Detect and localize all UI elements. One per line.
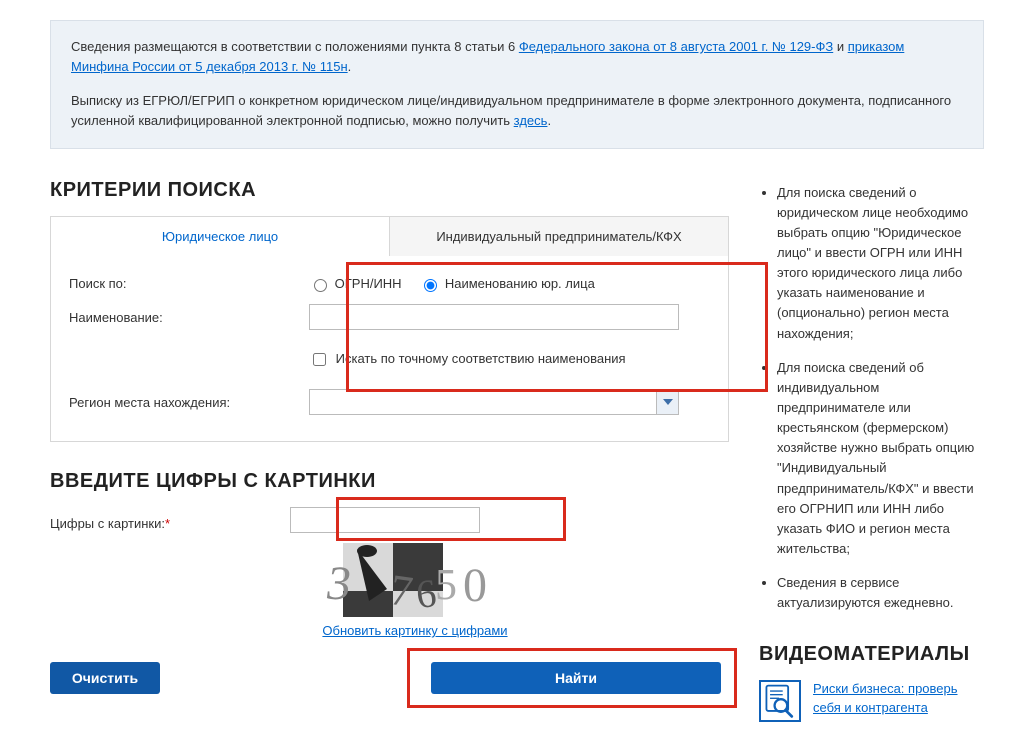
svg-text:3: 3	[326, 557, 351, 610]
notice-dot-2: .	[547, 113, 551, 128]
name-input[interactable]	[309, 304, 679, 330]
magnifier-icon	[759, 680, 801, 722]
notice-text-2: Выписку из ЕГРЮЛ/ЕГРИП о конкретном юрид…	[71, 93, 951, 128]
help-item: Для поиска сведений о юридическом лице н…	[777, 183, 984, 344]
region-value	[310, 390, 656, 414]
notice-text: Сведения размещаются в соответствии с по…	[71, 39, 519, 54]
refresh-captcha-link[interactable]: Обновить картинку с цифрами	[322, 623, 507, 638]
video-risk-link[interactable]: Риски бизнеса: проверь себя и контрагент…	[813, 680, 984, 716]
law-link-1[interactable]: Федерального закона от 8 августа 2001 г.…	[519, 39, 833, 54]
find-button[interactable]: Найти	[431, 662, 721, 694]
tab-individual[interactable]: Индивидуальный предприниматель/КФХ	[390, 217, 728, 256]
help-list: Для поиска сведений о юридическом лице н…	[759, 183, 984, 614]
radio-name[interactable]	[424, 279, 437, 292]
radio-ogrn[interactable]	[314, 279, 327, 292]
here-link[interactable]: здесь	[514, 113, 548, 128]
exact-match-label[interactable]: Искать по точному соответствию наименова…	[309, 351, 626, 366]
search-form: Поиск по: ОГРН/ИНН Наименованию юр. лица	[50, 256, 729, 443]
svg-text:5: 5	[435, 560, 457, 609]
region-label: Регион места нахождения:	[69, 395, 309, 410]
criteria-heading: КРИТЕРИИ ПОИСКА	[50, 179, 729, 202]
name-label: Наименование:	[69, 310, 309, 325]
radio-name-label[interactable]: Наименованию юр. лица	[419, 276, 595, 291]
captcha-label: Цифры с картинки:	[50, 516, 165, 531]
help-item: Сведения в сервисе актуализируются ежедн…	[777, 573, 984, 613]
help-item: Для поиска сведений об индивидуальном пр…	[777, 358, 984, 559]
entity-tabs: Юридическое лицо Индивидуальный предприн…	[50, 216, 729, 256]
chevron-down-icon	[663, 399, 673, 405]
clear-button[interactable]: Очистить	[50, 662, 160, 694]
required-asterisk: *	[165, 516, 170, 531]
info-notice: Сведения размещаются в соответствии с по…	[50, 20, 984, 149]
radio-ogrn-text: ОГРН/ИНН	[335, 276, 402, 291]
tab-legal-entity[interactable]: Юридическое лицо	[51, 217, 390, 256]
video-heading: ВИДЕОМАТЕРИАЛЫ	[759, 643, 984, 666]
region-dropdown-button[interactable]	[656, 390, 678, 414]
captcha-image: 3 7 6 5 0	[317, 541, 513, 619]
notice-dot: .	[348, 59, 352, 74]
search-by-label: Поиск по:	[69, 276, 309, 291]
region-combo[interactable]	[309, 389, 679, 415]
exact-match-checkbox[interactable]	[313, 353, 326, 366]
radio-name-text: Наименованию юр. лица	[445, 276, 595, 291]
captcha-input[interactable]	[290, 507, 480, 533]
notice-and: и	[833, 39, 848, 54]
svg-text:0: 0	[463, 559, 487, 612]
exact-match-text: Искать по точному соответствию наименова…	[336, 351, 626, 366]
captcha-heading: ВВЕДИТЕ ЦИФРЫ С КАРТИНКИ	[50, 470, 729, 493]
radio-ogrn-label[interactable]: ОГРН/ИНН	[309, 276, 405, 291]
